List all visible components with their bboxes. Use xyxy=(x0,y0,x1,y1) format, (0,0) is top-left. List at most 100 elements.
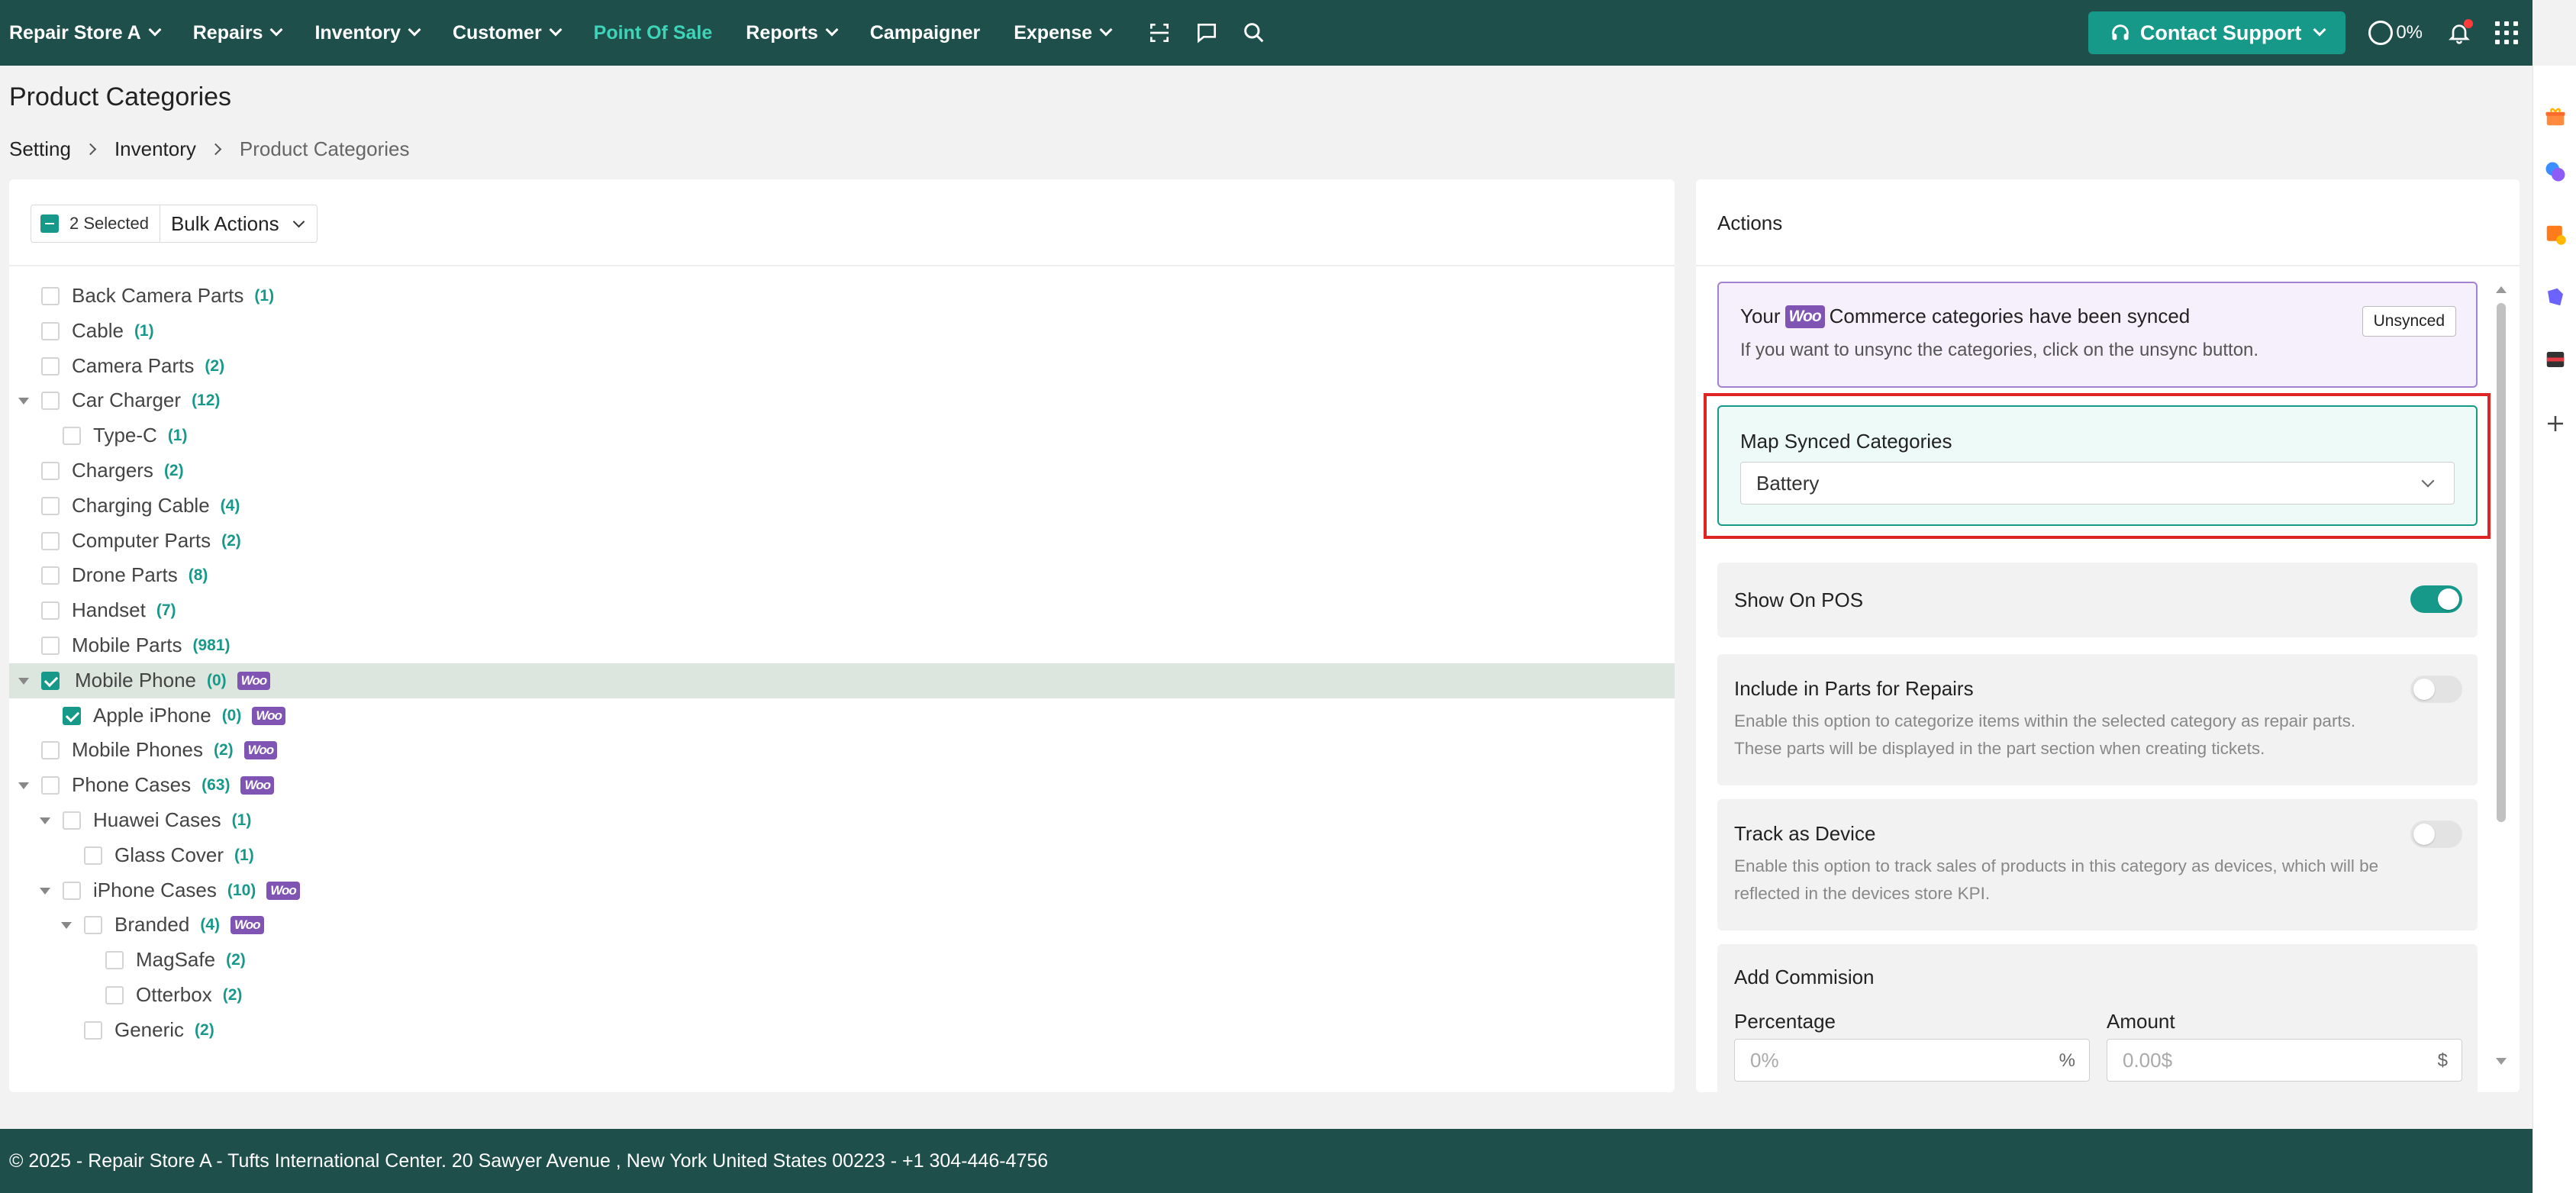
include-parts-toggle[interactable] xyxy=(2410,675,2462,703)
category-count: (12) xyxy=(192,391,221,409)
category-checkbox[interactable] xyxy=(41,672,60,690)
category-row[interactable]: Huawei Cases (1) xyxy=(9,803,1675,838)
category-row[interactable]: Drone Parts (8) xyxy=(9,558,1675,593)
category-checkbox[interactable] xyxy=(105,986,124,1004)
category-checkbox[interactable] xyxy=(41,637,60,655)
category-row[interactable]: Car Charger (12) xyxy=(9,383,1675,418)
nav-item-label: Customer xyxy=(452,21,542,44)
category-row[interactable]: iPhone Cases (10) Woo xyxy=(9,873,1675,908)
sticky-note-icon[interactable] xyxy=(2544,223,2567,246)
category-checkbox[interactable] xyxy=(84,1021,102,1040)
category-checkbox[interactable] xyxy=(41,776,60,795)
category-checkbox[interactable] xyxy=(41,497,60,515)
category-row[interactable]: Camera Parts (2) xyxy=(9,349,1675,384)
category-row[interactable]: Back Camera Parts (1) xyxy=(9,279,1675,314)
scroll-down-icon[interactable] xyxy=(2496,1058,2507,1065)
amount-label: Amount xyxy=(2107,1010,2175,1033)
unsync-button[interactable]: Unsynced xyxy=(2362,306,2456,337)
category-checkbox[interactable] xyxy=(41,566,60,585)
breadcrumb-setting[interactable]: Setting xyxy=(9,137,71,161)
category-row[interactable]: MagSafe (2) xyxy=(9,943,1675,978)
nav-item-point-of-sale[interactable]: Point Of Sale xyxy=(594,22,713,44)
caret-down-icon[interactable] xyxy=(61,922,72,929)
caret-down-icon[interactable] xyxy=(40,888,50,895)
nav-item-repairs[interactable]: Repairs xyxy=(193,22,283,44)
category-checkbox[interactable] xyxy=(105,951,124,969)
nav-item-customer[interactable]: Customer xyxy=(452,21,563,44)
category-checkbox[interactable] xyxy=(41,392,60,410)
category-count: (2) xyxy=(163,461,184,479)
actions-scrollbar[interactable] xyxy=(2495,286,2507,1065)
nav-item-expense[interactable]: Expense xyxy=(1014,21,1113,44)
category-row[interactable]: Apple iPhone (0) Woo xyxy=(9,698,1675,734)
include-parts-card: Include in Parts for Repairs Enable this… xyxy=(1717,654,2478,785)
nav-item-repair-store-a[interactable]: Repair Store A xyxy=(9,22,162,44)
caret-down-icon[interactable] xyxy=(40,817,50,824)
search-icon[interactable] xyxy=(1239,18,1269,48)
scroll-up-icon[interactable] xyxy=(2496,286,2507,293)
category-row[interactable]: Mobile Phone (0) Woo xyxy=(9,663,1675,698)
category-row[interactable]: Mobile Phones (2) Woo xyxy=(9,733,1675,768)
scan-icon[interactable] xyxy=(1144,18,1175,48)
category-row[interactable]: Phone Cases (63) Woo xyxy=(9,768,1675,803)
category-row[interactable]: Cable (1) xyxy=(9,314,1675,349)
breadcrumb-inventory[interactable]: Inventory xyxy=(114,137,196,161)
category-checkbox[interactable] xyxy=(84,916,102,934)
card-stack-icon[interactable] xyxy=(2544,348,2567,371)
shield-icon[interactable] xyxy=(2544,285,2567,308)
plus-icon[interactable] xyxy=(2544,412,2567,435)
category-checkbox[interactable] xyxy=(41,741,60,759)
contact-support-button[interactable]: Contact Support xyxy=(2088,11,2346,54)
nav-item-campaigner[interactable]: Campaigner xyxy=(870,22,980,44)
category-checkbox[interactable] xyxy=(63,427,81,445)
category-checkbox[interactable] xyxy=(41,601,60,620)
caret-down-icon[interactable] xyxy=(18,398,29,405)
category-name: Cable xyxy=(72,319,124,342)
caret-down-icon[interactable] xyxy=(18,678,29,685)
show-on-pos-toggle[interactable] xyxy=(2410,585,2462,613)
category-row[interactable]: Handset (7) xyxy=(9,593,1675,628)
category-checkbox[interactable] xyxy=(41,532,60,550)
nav-item-label: Expense xyxy=(1014,21,1093,44)
category-row[interactable]: Generic (2) xyxy=(9,1013,1675,1048)
gift-icon[interactable] xyxy=(2544,105,2567,128)
category-checkbox[interactable] xyxy=(63,811,81,830)
progress-indicator[interactable]: 0% xyxy=(2368,21,2423,45)
footer-text: © 2025 - Repair Store A - Tufts Internat… xyxy=(9,1149,1049,1172)
indeterminate-checkbox[interactable] xyxy=(40,214,59,233)
selection-indicator[interactable]: 2 Selected xyxy=(31,205,160,242)
category-row[interactable]: Mobile Parts (981) xyxy=(9,628,1675,663)
category-checkbox[interactable] xyxy=(41,357,60,376)
category-label: Camera Parts (2) xyxy=(72,354,224,378)
nav-item-label: Inventory xyxy=(314,21,401,44)
scrollbar-thumb[interactable] xyxy=(2497,303,2506,822)
caret-down-icon[interactable] xyxy=(18,782,29,789)
category-row[interactable]: Charging Cable (4) xyxy=(9,488,1675,524)
category-row[interactable]: Glass Cover (1) xyxy=(9,838,1675,873)
chevron-right-icon xyxy=(84,143,97,156)
chat-bubbles-icon[interactable] xyxy=(2544,160,2567,183)
category-checkbox[interactable] xyxy=(84,846,102,865)
category-row[interactable]: Type-C (1) xyxy=(9,418,1675,453)
percentage-input[interactable]: 0% % xyxy=(1734,1039,2090,1082)
amount-input[interactable]: 0.00$ $ xyxy=(2107,1039,2462,1082)
headset-icon xyxy=(2112,24,2129,40)
category-checkbox[interactable] xyxy=(63,707,81,725)
category-row[interactable]: Chargers (2) xyxy=(9,453,1675,488)
category-checkbox[interactable] xyxy=(41,462,60,480)
apps-grid-icon[interactable] xyxy=(2493,19,2520,47)
category-row[interactable]: Computer Parts (2) xyxy=(9,524,1675,559)
nav-item-inventory[interactable]: Inventory xyxy=(314,21,421,44)
category-name: Otterbox xyxy=(136,983,212,1006)
category-row[interactable]: Branded (4) Woo xyxy=(9,908,1675,943)
nav-item-reports[interactable]: Reports xyxy=(746,22,839,44)
bulk-actions-dropdown[interactable]: Bulk Actions xyxy=(160,205,317,242)
notifications-button[interactable] xyxy=(2444,18,2474,48)
map-category-select[interactable]: Battery xyxy=(1740,462,2455,505)
category-checkbox[interactable] xyxy=(41,287,60,305)
category-checkbox[interactable] xyxy=(41,322,60,340)
chat-icon[interactable] xyxy=(1191,18,1222,48)
category-row[interactable]: Otterbox (2) xyxy=(9,978,1675,1013)
track-device-toggle[interactable] xyxy=(2410,821,2462,848)
category-checkbox[interactable] xyxy=(63,882,81,900)
